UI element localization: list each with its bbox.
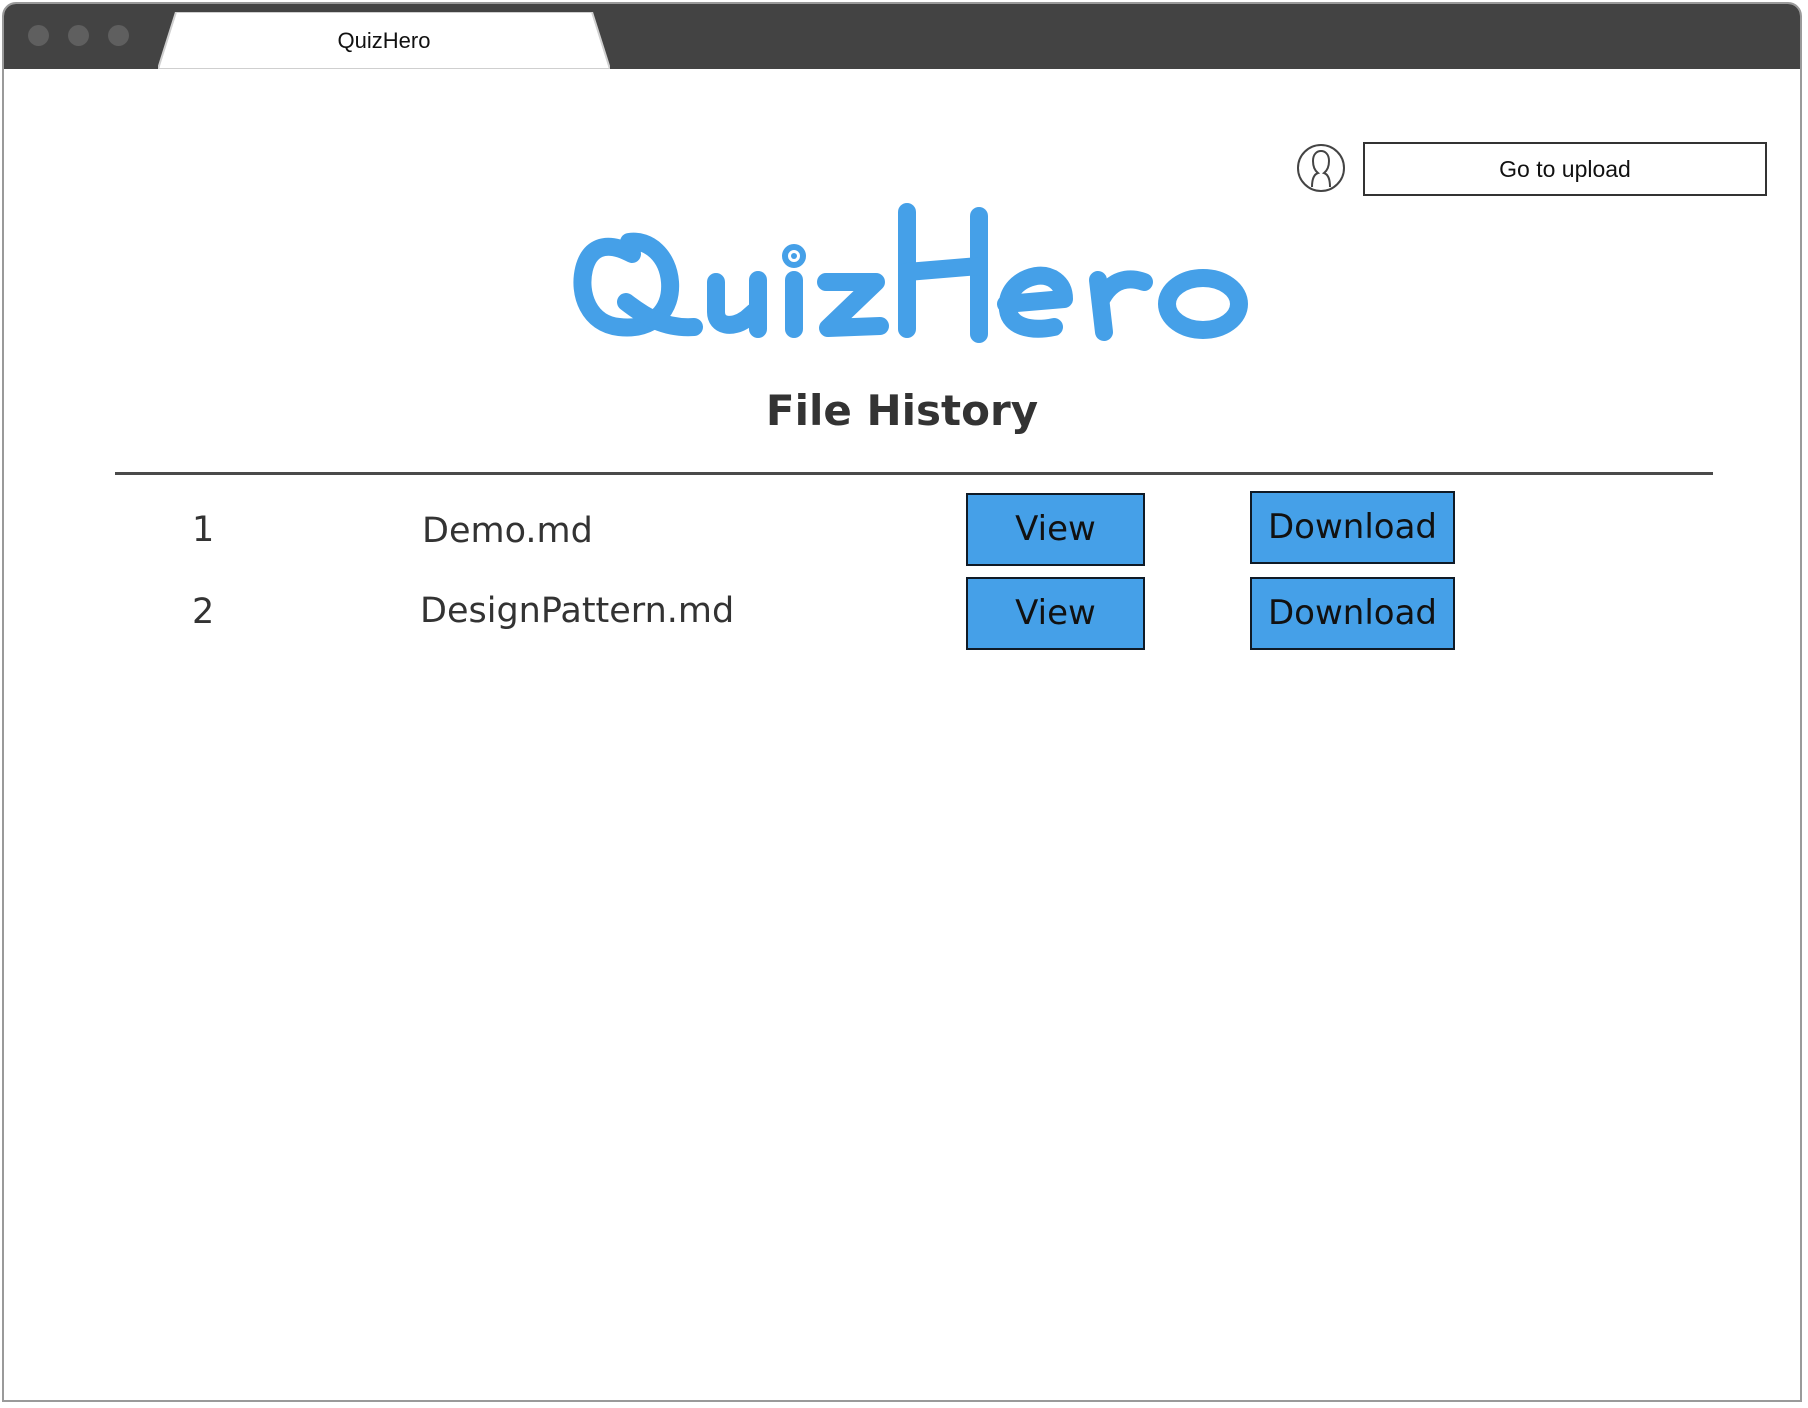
window-close-dot-icon[interactable] bbox=[28, 25, 49, 46]
tab-title: QuizHero bbox=[337, 28, 431, 53]
file-index: 2 bbox=[192, 592, 215, 632]
window-minimize-dot-icon[interactable] bbox=[68, 25, 89, 46]
quizhero-logo bbox=[4, 194, 1800, 354]
browser-window: QuizHero Go to upload File History 1 Dem… bbox=[2, 2, 1802, 1402]
download-button[interactable]: Download bbox=[1250, 577, 1455, 650]
page-title: File History bbox=[765, 386, 1039, 435]
browser-chrome-bar: QuizHero bbox=[4, 4, 1800, 69]
file-index: 1 bbox=[192, 510, 215, 550]
go-to-upload-button[interactable]: Go to upload bbox=[1363, 142, 1767, 196]
file-name: Demo.md bbox=[422, 511, 593, 551]
view-button[interactable]: View bbox=[966, 577, 1145, 650]
download-button[interactable]: Download bbox=[1250, 491, 1455, 564]
divider bbox=[115, 472, 1713, 475]
window-maximize-dot-icon[interactable] bbox=[108, 25, 129, 46]
browser-tab[interactable]: QuizHero bbox=[158, 12, 610, 69]
view-button[interactable]: View bbox=[966, 493, 1145, 566]
user-avatar-icon[interactable] bbox=[1296, 143, 1346, 193]
file-name: DesignPattern.md bbox=[420, 591, 735, 631]
